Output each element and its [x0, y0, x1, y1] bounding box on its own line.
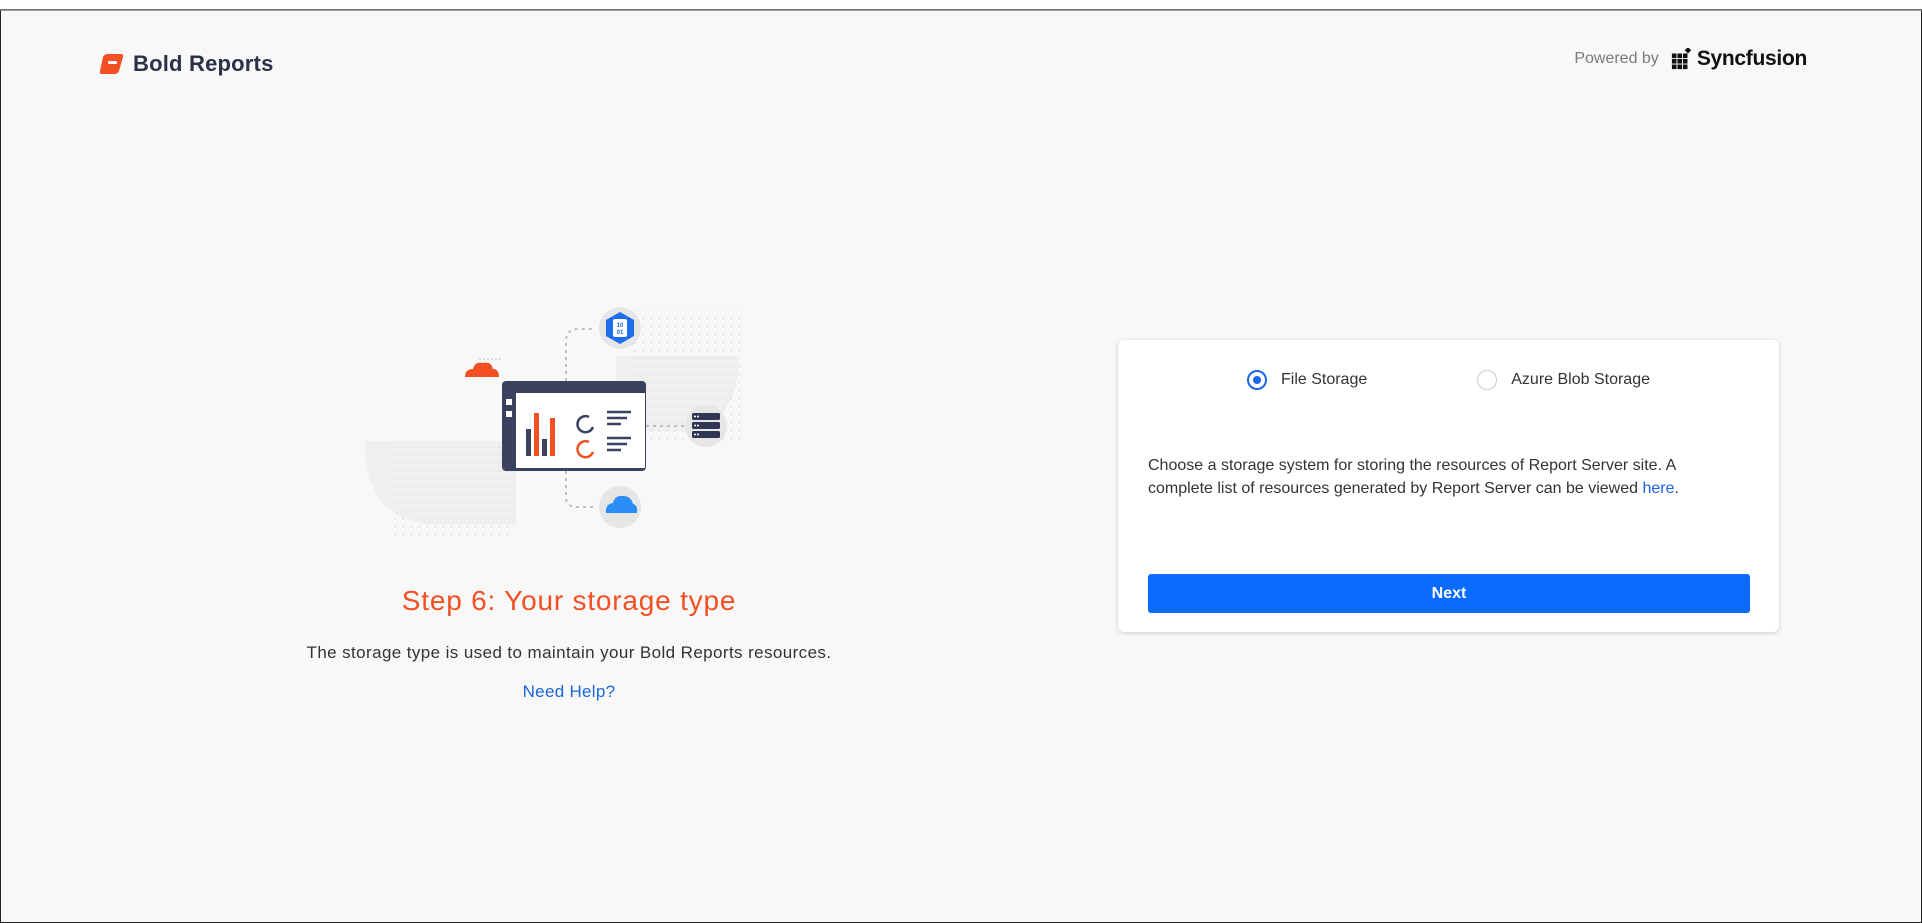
- resources-here-link[interactable]: here: [1642, 480, 1674, 497]
- syncfusion-logo: Syncfusion: [1671, 47, 1807, 71]
- setup-page: Bold Reports Powered by Syncfusion 10 01…: [0, 10, 1922, 923]
- window-top-edge: [0, 0, 1922, 10]
- storage-description-end: .: [1674, 480, 1679, 497]
- need-help-link[interactable]: Need Help?: [1, 682, 1137, 702]
- storage-type-radio-group: File Storage Azure Blob Storage: [1118, 370, 1779, 390]
- bold-reports-logo: Bold Reports: [99, 51, 274, 77]
- powered-by: Powered by Syncfusion: [1574, 47, 1807, 71]
- svg-text:01: 01: [617, 330, 624, 336]
- storage-card: File Storage Azure Blob Storage Choose a…: [1118, 340, 1779, 632]
- step-description: The storage type is used to maintain you…: [306, 643, 832, 662]
- syncfusion-grid-icon: [1671, 48, 1692, 70]
- svg-text:10: 10: [617, 323, 624, 329]
- file-storage-label: File Storage: [1280, 371, 1368, 388]
- powered-by-label: Powered by: [1574, 50, 1659, 67]
- next-button[interactable]: Next: [1148, 574, 1750, 613]
- storage-description: Choose a storage system for storing the …: [1148, 454, 1728, 500]
- storage-description-text: Choose a storage system for storing the …: [1148, 457, 1676, 497]
- file-storage-radio[interactable]: File Storage: [1246, 370, 1368, 390]
- azure-blob-storage-radio[interactable]: Azure Blob Storage: [1477, 370, 1650, 390]
- azure-blob-storage-radio-indicator[interactable]: [1477, 370, 1498, 390]
- brand-name: Bold Reports: [133, 51, 274, 76]
- azure-blob-storage-label: Azure Blob Storage: [1511, 371, 1650, 388]
- step-title: Step 6: Your storage type: [401, 585, 737, 616]
- file-storage-radio-indicator[interactable]: [1246, 370, 1267, 390]
- bold-reports-logo-icon: [99, 54, 124, 74]
- storage-illustration: 10 01: [365, 307, 741, 537]
- syncfusion-name: Syncfusion: [1696, 47, 1807, 70]
